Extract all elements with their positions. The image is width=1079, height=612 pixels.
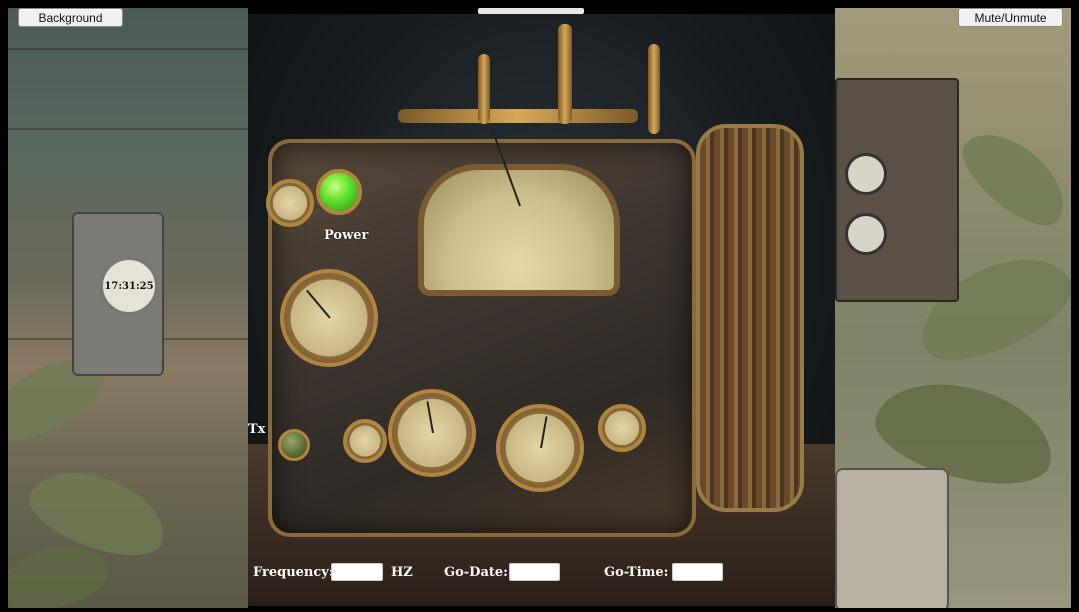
go-date-label: Go-Date: [444, 565, 508, 580]
frequency-label: Frequency: [253, 565, 334, 580]
clock-time: 17:31:25 [104, 280, 154, 292]
copper-cylinder [696, 124, 804, 512]
tx-led-button[interactable] [278, 429, 310, 461]
right-gauge [496, 404, 584, 492]
tx-label: Tx [248, 422, 266, 437]
power-label: Power [324, 228, 369, 243]
main-meter [418, 126, 620, 296]
cabinet-knob-icon [845, 153, 887, 195]
wall-clock: 17:31:25 [100, 257, 158, 315]
control-bar: Frequency: HZ Go-Date: Go-Time: [248, 563, 835, 583]
bucket [835, 468, 949, 608]
frequency-input[interactable] [331, 563, 383, 581]
background-button[interactable]: Background [18, 8, 123, 27]
gear-icon [343, 419, 387, 463]
radio-stage: Power Tx Frequency: HZ Go-Date: Go-Time: [248, 14, 835, 606]
go-time-label: Go-Time: [604, 565, 669, 580]
vertical-pipe [648, 44, 660, 134]
go-date-input[interactable] [509, 563, 560, 581]
background-right-panel [835, 8, 1071, 608]
vertical-pipe [478, 54, 490, 124]
mute-unmute-button[interactable]: Mute/Unmute [958, 8, 1063, 27]
frequency-unit: HZ [391, 565, 413, 580]
gear-icon [266, 179, 314, 227]
gear-icon [598, 404, 646, 452]
cabinet-knob-icon [845, 213, 887, 255]
go-time-input[interactable] [672, 563, 723, 581]
top-pipe [398, 109, 638, 123]
vertical-pipe [558, 24, 572, 124]
center-gauge [388, 389, 476, 477]
left-gauge [280, 269, 378, 367]
power-led-button[interactable] [316, 169, 362, 215]
